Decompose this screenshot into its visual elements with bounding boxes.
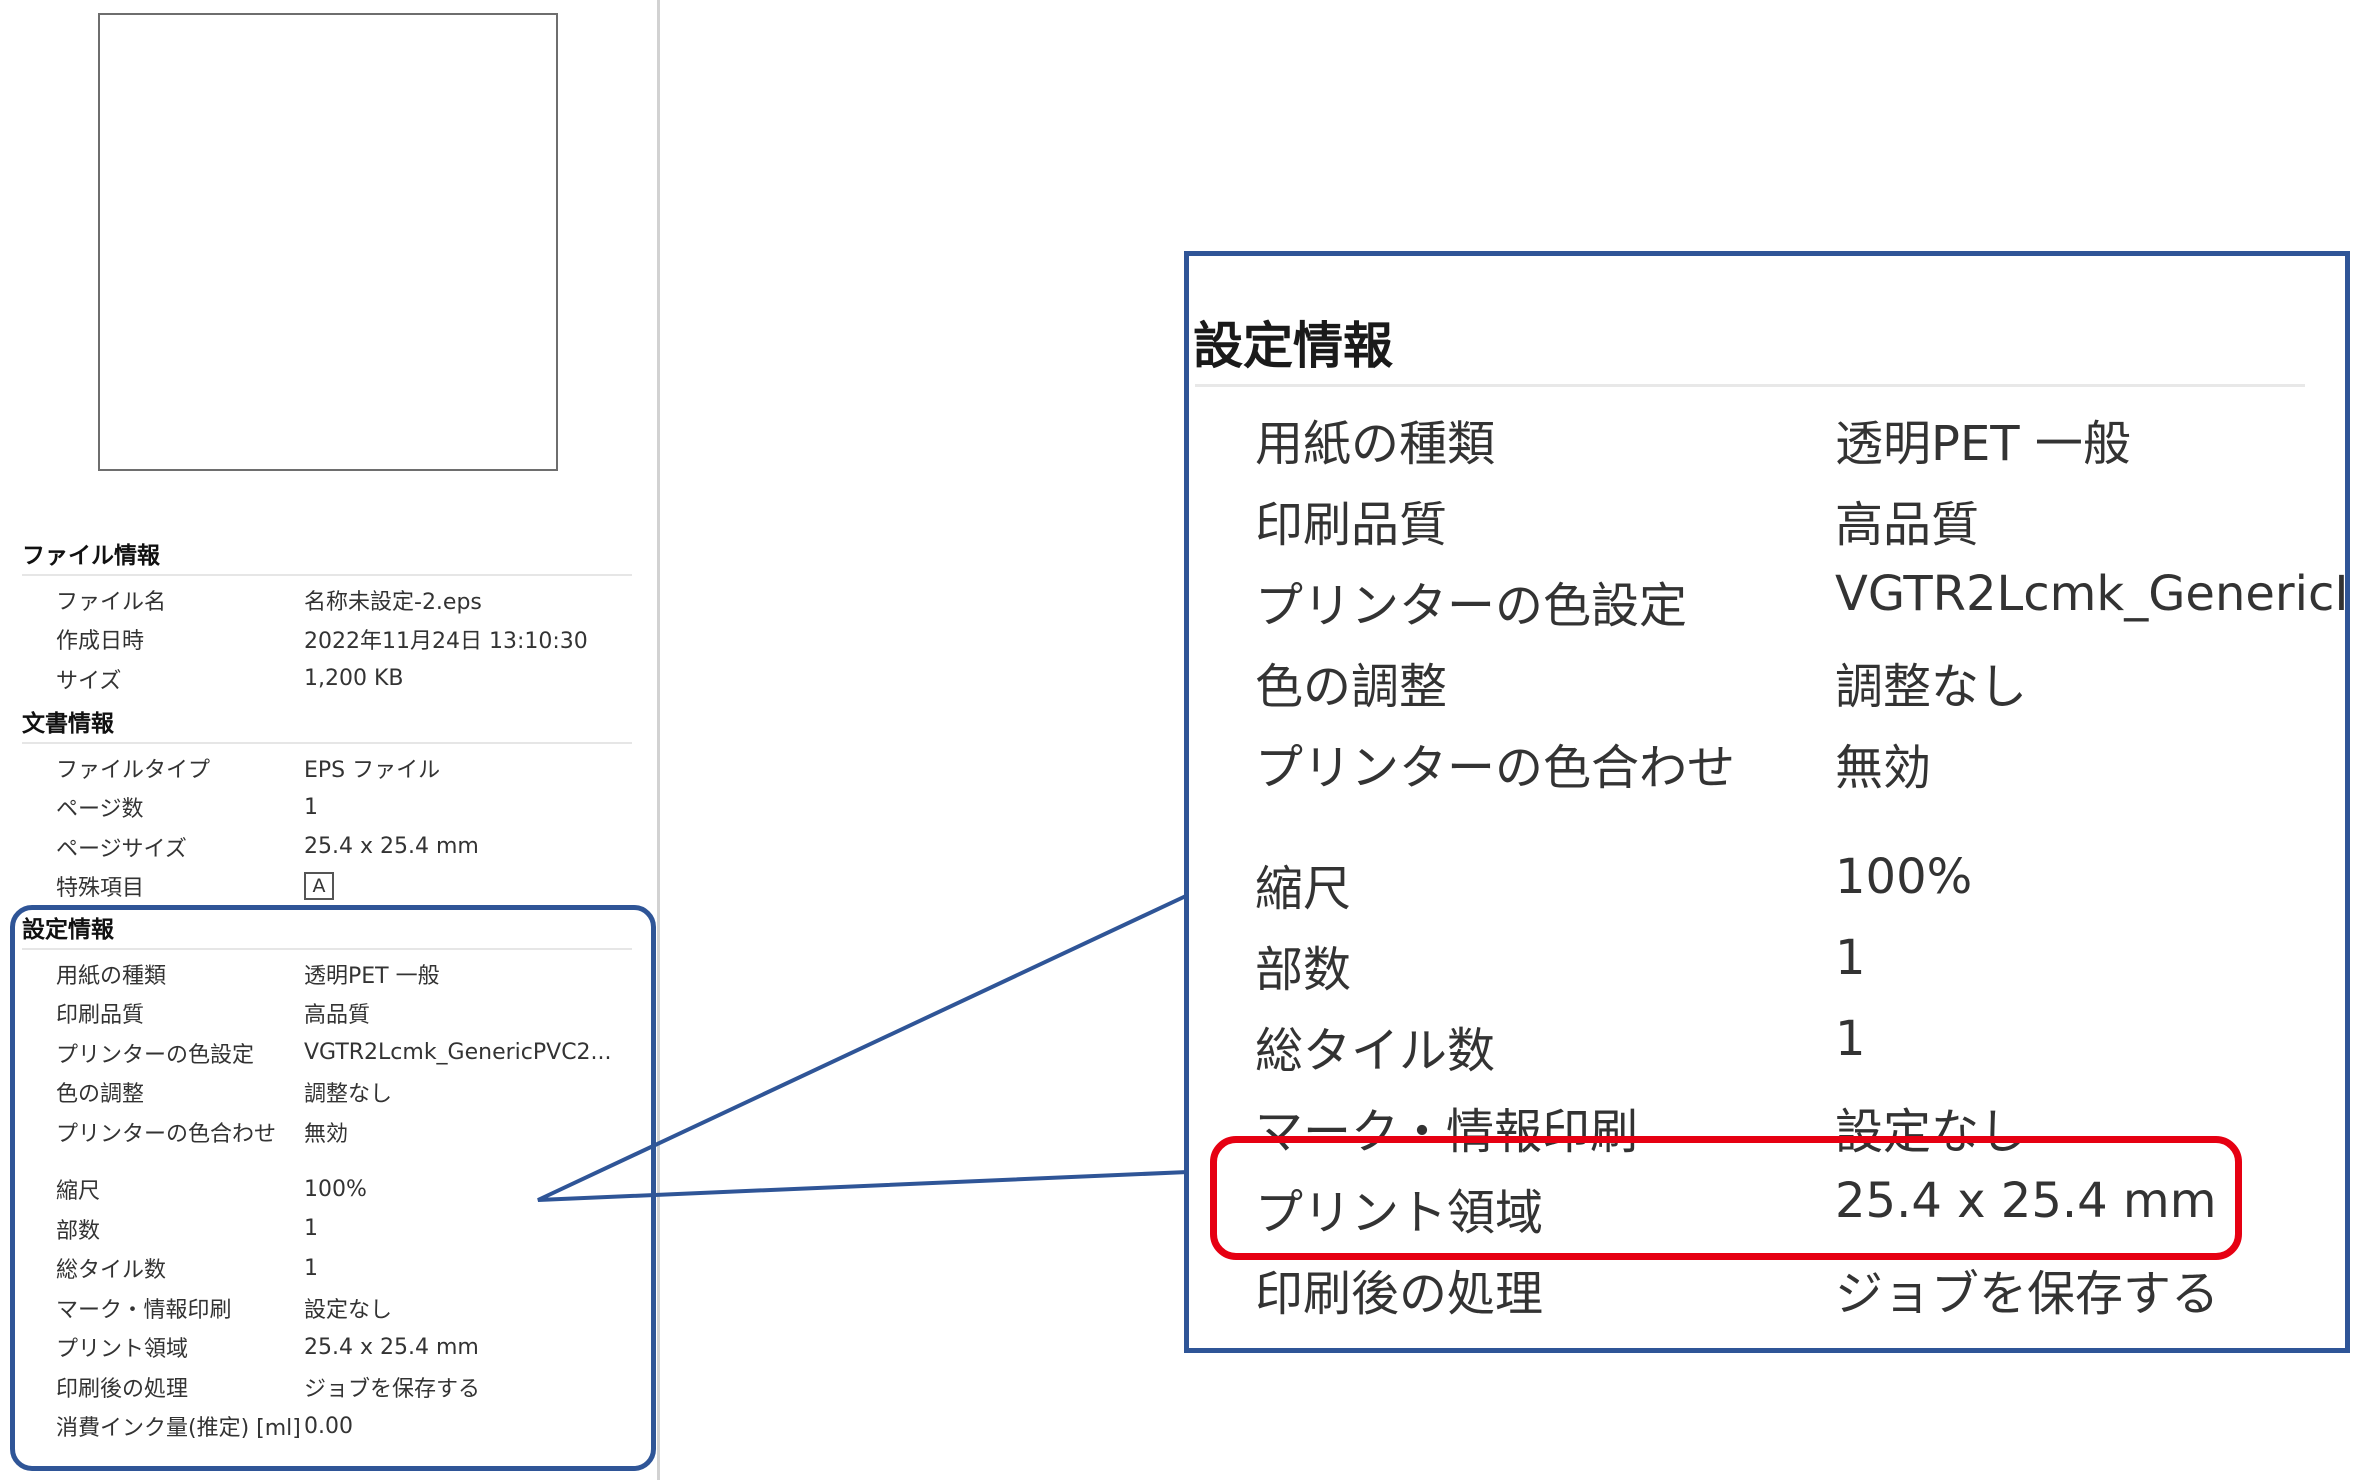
print-area-highlight [1210,1136,2242,1260]
zoom-row-value: 無効 [1835,740,1932,796]
zoom-row-label: 印刷品質 [1255,497,1448,553]
zoom-row-label: 総タイル数 [1255,1023,1496,1079]
zoom-row-value: 1 [1835,1011,1866,1067]
zoom-row-label: 色の調整 [1255,659,1448,715]
zoom-row-value: ジョブを保存する [1835,1266,2220,1322]
zoom-row-value: 高品質 [1835,497,1980,553]
zoom-row-value: 100% [1835,849,1973,905]
zoom-divider [1195,384,2305,387]
zoom-row-label: プリンターの色合わせ [1255,740,1736,796]
zoom-row-label: プリンターの色設定 [1255,578,1688,634]
zoom-title: 設定情報 [1193,317,1393,375]
zoom-row-value: 1 [1835,930,1866,986]
zoom-row-value: 透明PET 一般 [1835,416,2131,472]
zoom-row-label: 用紙の種類 [1255,416,1496,472]
zoom-row-label: 部数 [1255,942,1352,998]
zoom-row-value: 調整なし [1835,659,2028,715]
zoom-row-label: 縮尺 [1255,861,1352,917]
zoom-row-label: 印刷後の処理 [1255,1266,1544,1322]
connector-line [537,893,1189,1202]
zoom-row-value: VGTR2Lcmk_GenericI [1835,566,2349,622]
